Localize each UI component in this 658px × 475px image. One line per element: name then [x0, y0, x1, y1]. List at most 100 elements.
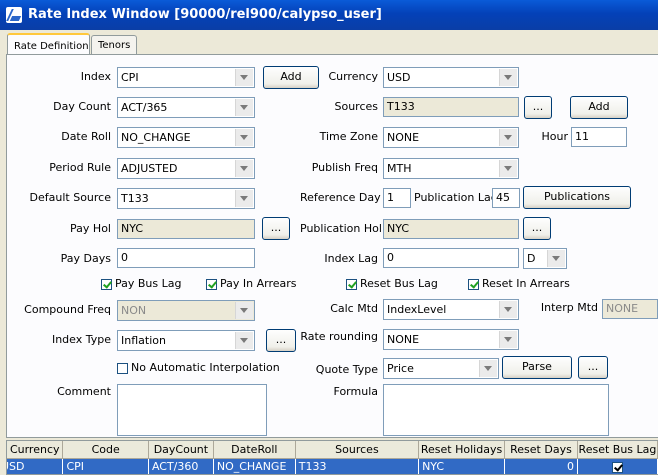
chevron-down-icon[interactable]: [235, 190, 253, 207]
day-count-label: Day Count: [53, 100, 111, 113]
time-zone-label: Time Zone: [319, 130, 378, 143]
no-automatic-interpolation-checkbox[interactable]: No Automatic Interpolation: [117, 361, 280, 375]
quote-type-more-button[interactable]: ...: [578, 356, 608, 379]
column-header-daycount[interactable]: DayCount: [148, 441, 214, 459]
chevron-down-icon[interactable]: [499, 69, 517, 86]
sources-label: Sources: [334, 100, 378, 113]
calc-mtd-value: IndexLevel: [387, 303, 447, 316]
quote-type-label: Quote Type: [315, 363, 378, 376]
cell-reset-days[interactable]: 0: [504, 458, 578, 474]
hour-input[interactable]: 11: [571, 127, 627, 147]
cell-code[interactable]: CPI: [62, 458, 149, 474]
rate-rounding-label: Rate rounding: [300, 330, 378, 343]
day-count-combo[interactable]: ACT/365: [117, 97, 255, 118]
default-source-value: T133: [121, 192, 149, 205]
currency-combo[interactable]: USD: [383, 67, 519, 88]
index-value: CPI: [121, 71, 139, 84]
index-combo[interactable]: CPI: [117, 67, 255, 88]
index-lag-unit-value: D: [527, 252, 536, 265]
sources-more-button[interactable]: ...: [524, 96, 552, 119]
period-rule-combo[interactable]: ADJUSTED: [117, 158, 255, 179]
publish-freq-combo[interactable]: MTH: [383, 158, 519, 179]
publish-freq-value: MTH: [387, 162, 412, 175]
chevron-down-icon[interactable]: [235, 332, 253, 349]
checkbox-icon[interactable]: [117, 362, 128, 374]
default-source-combo[interactable]: T133: [117, 188, 255, 209]
reset-bus-lag-checkbox[interactable]: Reset Bus Lag: [346, 277, 438, 291]
time-zone-combo[interactable]: NONE: [383, 127, 519, 148]
column-header-dateroll[interactable]: DateRoll: [213, 441, 296, 459]
cell-currency[interactable]: USD: [7, 458, 64, 474]
column-header-reset-bus-lag[interactable]: Reset Bus Lag: [577, 441, 658, 459]
cell-sources[interactable]: T133: [295, 458, 420, 474]
date-roll-combo[interactable]: NO_CHANGE: [117, 127, 255, 148]
sources-field: T133: [383, 97, 519, 117]
index-type-more-button[interactable]: ...: [266, 329, 296, 352]
rate-index-table[interactable]: Currency Code DayCount DateRoll Sources …: [6, 440, 658, 475]
cell-reset-holidays[interactable]: NYC: [418, 458, 506, 474]
parse-button[interactable]: Parse: [502, 356, 572, 379]
cell-reset-bus-lag[interactable]: [577, 458, 658, 474]
cell-daycount[interactable]: ACT/360: [148, 458, 214, 474]
table-row[interactable]: USD CPI ACT/360 NO_CHANGE T133 NYC 0: [7, 458, 658, 474]
day-count-value: ACT/365: [121, 101, 168, 114]
tab-rate-definition[interactable]: Rate Definition: [7, 33, 90, 54]
index-label: Index: [80, 70, 111, 83]
column-header-reset-days[interactable]: Reset Days: [504, 441, 578, 459]
publication-hol-more-button[interactable]: ...: [523, 217, 551, 240]
chevron-down-icon[interactable]: [479, 360, 497, 377]
cell-dateroll[interactable]: NO_CHANGE: [213, 458, 296, 474]
column-header-reset-holidays[interactable]: Reset Holidays: [418, 441, 506, 459]
publications-button[interactable]: Publications: [523, 186, 631, 209]
chevron-down-icon[interactable]: [235, 69, 253, 86]
chevron-down-icon[interactable]: [499, 331, 517, 348]
pay-bus-lag-checkbox[interactable]: Pay Bus Lag: [101, 277, 181, 291]
pay-in-arrears-checkbox[interactable]: Pay In Arrears: [206, 277, 297, 291]
add-source-button[interactable]: Add: [570, 96, 628, 119]
chevron-down-icon[interactable]: [235, 160, 253, 177]
column-header-currency[interactable]: Currency: [7, 441, 64, 459]
compound-freq-label: Compound Freq: [24, 303, 111, 316]
title-bar[interactable]: Rate Index Window [90000/rel900/calypso_…: [0, 0, 658, 30]
quote-type-combo[interactable]: Price: [383, 358, 499, 379]
chevron-down-icon[interactable]: [547, 250, 565, 267]
formula-label: Formula: [333, 385, 378, 398]
app-icon: [6, 7, 22, 23]
calc-mtd-label: Calc Mtd: [330, 302, 378, 315]
currency-label: Currency: [328, 70, 378, 83]
date-roll-label: Date Roll: [61, 130, 111, 143]
tab-tenors[interactable]: Tenors: [91, 35, 137, 54]
index-lag-unit-combo[interactable]: D: [523, 248, 567, 269]
formula-textarea[interactable]: [383, 384, 609, 436]
checkbox-icon[interactable]: [611, 461, 623, 473]
pay-hol-field: NYC: [117, 219, 255, 239]
chevron-down-icon[interactable]: [235, 99, 253, 116]
interp-mtd-field: NONE: [602, 299, 658, 319]
no-automatic-interpolation-label: No Automatic Interpolation: [131, 361, 280, 374]
column-header-sources[interactable]: Sources: [295, 441, 420, 459]
pay-hol-more-button[interactable]: ...: [262, 217, 290, 240]
publication-lag-input[interactable]: 45: [492, 188, 520, 208]
chevron-down-icon[interactable]: [235, 129, 253, 146]
column-header-code[interactable]: Code: [62, 441, 149, 459]
index-lag-input[interactable]: 0: [383, 248, 519, 268]
pay-in-arrears-label: Pay In Arrears: [220, 277, 297, 290]
checkbox-icon[interactable]: [346, 278, 357, 290]
chevron-down-icon[interactable]: [499, 160, 517, 177]
reference-day-label: Reference Day: [300, 191, 381, 204]
checkbox-icon[interactable]: [101, 278, 112, 290]
calc-mtd-combo[interactable]: IndexLevel: [383, 299, 519, 320]
default-source-label: Default Source: [29, 191, 111, 204]
date-roll-value: NO_CHANGE: [121, 131, 191, 144]
index-type-combo[interactable]: Inflation: [117, 330, 255, 351]
reference-day-input[interactable]: 1: [383, 188, 411, 208]
checkbox-icon[interactable]: [206, 278, 217, 290]
reset-in-arrears-checkbox[interactable]: Reset In Arrears: [468, 277, 570, 291]
rate-rounding-combo[interactable]: NONE: [383, 329, 519, 350]
chevron-down-icon[interactable]: [499, 301, 517, 318]
pay-days-input[interactable]: 0: [117, 248, 255, 268]
publish-freq-label: Publish Freq: [311, 161, 378, 174]
chevron-down-icon[interactable]: [499, 129, 517, 146]
checkbox-icon[interactable]: [468, 278, 479, 290]
comment-textarea[interactable]: [117, 384, 267, 436]
